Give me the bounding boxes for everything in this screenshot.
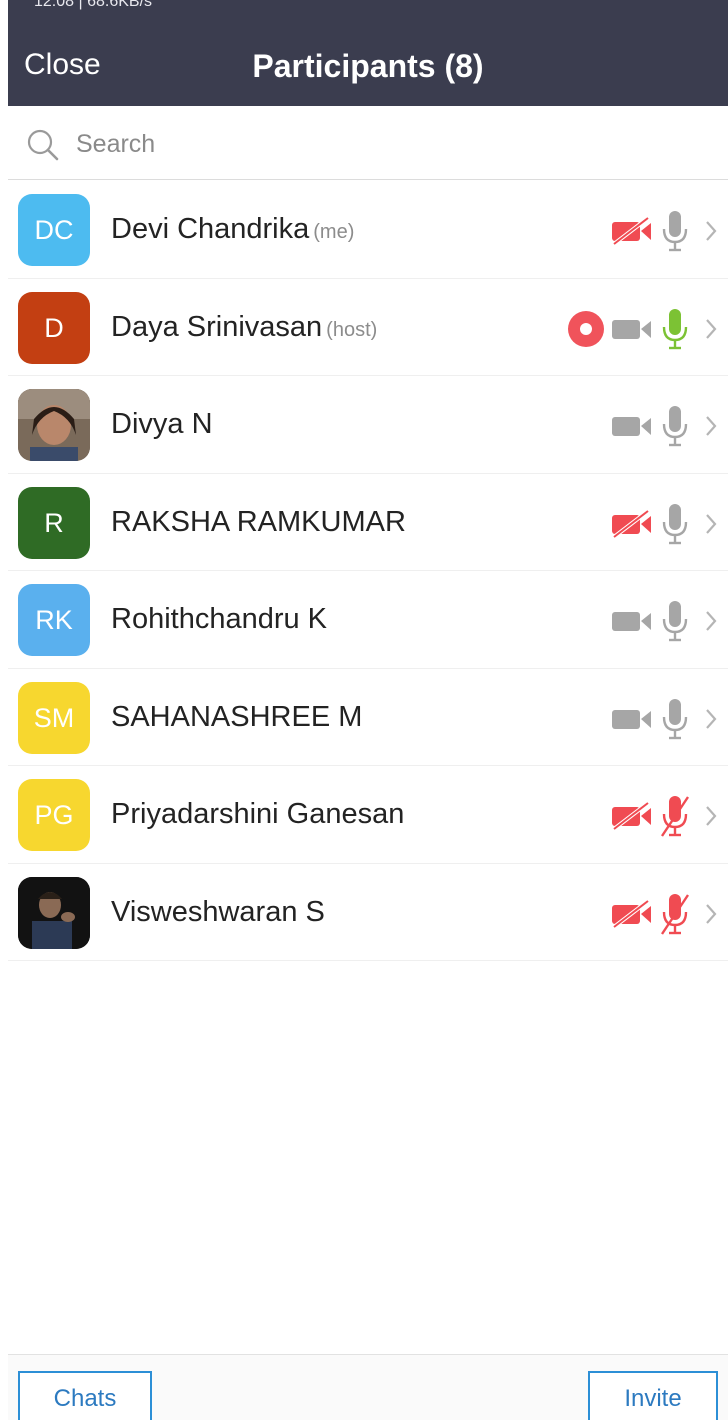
participant-row[interactable]: SM SAHANASHREE M [8, 669, 728, 766]
participant-name: Rohithchandru K [111, 603, 328, 635]
participant-row[interactable]: RK Rohithchandru K [8, 571, 728, 669]
video-off-icon [610, 509, 654, 538]
participant-name: SAHANASHREE M [111, 700, 363, 733]
participant-row[interactable]: Divya N [8, 376, 728, 474]
participant-status-icons [610, 794, 718, 838]
microphone-muted-icon [660, 892, 690, 936]
microphone-muted-icon [660, 794, 690, 838]
chevron-right-icon[interactable] [704, 609, 718, 633]
participant-name-group: Divya N [111, 408, 213, 441]
video-camera-icon [610, 412, 654, 440]
chevron-right-icon[interactable] [704, 902, 718, 926]
chats-button[interactable]: Chats [18, 1371, 152, 1420]
microphone-icon [660, 599, 690, 643]
avatar: RK [18, 584, 90, 656]
microphone-icon [660, 307, 690, 351]
recording-icon [568, 310, 604, 347]
participant-name-group: RAKSHA RAMKUMAR [111, 506, 406, 539]
participant-status-icons [610, 209, 718, 253]
video-off-icon [610, 802, 654, 830]
participant-row[interactable]: Visweshwaran S [8, 864, 728, 961]
status-time: 12:08 | 68.6KB/s [34, 0, 153, 10]
invite-button[interactable]: Invite [588, 1371, 718, 1420]
participant-name-group: Visweshwaran S [111, 896, 325, 929]
microphone-icon [660, 502, 690, 546]
participant-status-icons [610, 599, 718, 643]
participant-role-tag: (me) [313, 221, 355, 243]
participant-row[interactable]: PG Priyadarshini Ganesan [8, 766, 728, 864]
status-bar: 12:08 | 68.6KB/s [8, 0, 728, 14]
avatar: SM [18, 681, 90, 754]
participant-name-group: Devi Chandrika (me) [111, 213, 354, 246]
chevron-right-icon[interactable] [704, 414, 718, 438]
avatar: D [18, 291, 90, 364]
close-button[interactable]: Close [24, 48, 101, 82]
participant-name: Visweshwaran S [111, 895, 325, 928]
microphone-icon [660, 697, 690, 741]
participant-list: DC Devi Chandrika (me) D Daya Srinivasan (hos… [8, 181, 728, 961]
participant-row[interactable]: R RAKSHA RAMKUMAR [8, 474, 728, 571]
search-bar [8, 106, 728, 180]
avatar-photo [18, 876, 90, 949]
microphone-icon [660, 404, 690, 448]
participant-name: Priyadarshini Ganesan [111, 798, 405, 830]
avatar: DC [18, 194, 90, 266]
participant-name: Devi Chandrika [111, 213, 310, 245]
participant-name: Divya N [111, 408, 213, 440]
participant-name-group: Priyadarshini Ganesan [111, 798, 404, 831]
avatar-photo [18, 389, 90, 461]
video-camera-icon [610, 607, 654, 635]
search-input[interactable] [76, 124, 676, 164]
video-off-icon [610, 217, 654, 245]
video-off-icon [610, 899, 654, 928]
participant-row[interactable]: D Daya Srinivasan (host) [8, 279, 728, 376]
footer-bar: Chats Invite [8, 1354, 728, 1420]
search-icon [27, 129, 59, 161]
chevron-right-icon[interactable] [704, 707, 718, 731]
header: Close Participants (8) [8, 14, 728, 106]
chevron-right-icon[interactable] [704, 317, 718, 341]
chevron-right-icon[interactable] [704, 804, 718, 828]
participant-name: RAKSHA RAMKUMAR [111, 505, 406, 538]
participant-row[interactable]: DC Devi Chandrika (me) [8, 181, 728, 279]
participant-name-group: Rohithchandru K [111, 603, 327, 636]
avatar: PG [18, 779, 90, 851]
chevron-right-icon[interactable] [704, 512, 718, 536]
participant-status-icons [568, 307, 718, 351]
participant-name-group: Daya Srinivasan (host) [111, 311, 377, 344]
participant-status-icons [610, 502, 718, 546]
avatar: R [18, 486, 90, 559]
microphone-icon [660, 209, 690, 253]
participant-status-icons [610, 697, 718, 741]
participant-role-tag: (host) [326, 318, 378, 341]
page-title: Participants (8) [252, 48, 484, 84]
participant-status-icons [610, 404, 718, 448]
chevron-right-icon[interactable] [704, 219, 718, 243]
video-camera-icon [610, 705, 654, 733]
participant-name: Daya Srinivasan [111, 310, 323, 343]
video-camera-icon [610, 315, 654, 343]
participant-name-group: SAHANASHREE M [111, 701, 362, 734]
participant-status-icons [610, 892, 718, 936]
